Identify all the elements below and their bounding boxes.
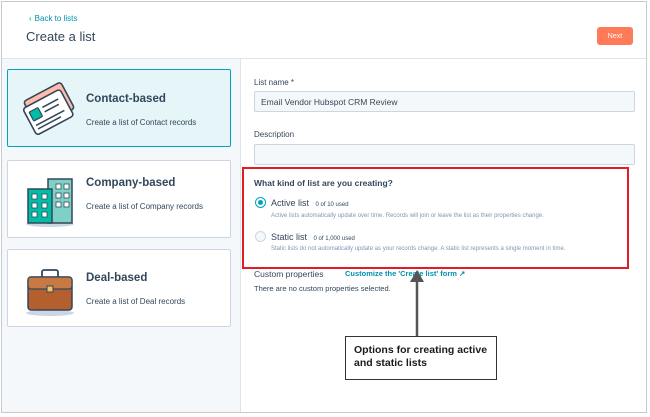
active-list-help: Active lists automatically update over t… [271,213,544,219]
customize-form-link[interactable]: Customize the 'Create list' form ↗ [345,269,465,278]
active-list-label[interactable]: Active list 0 of 10 used [271,198,349,208]
annotation-callout: Options for creating active and static l… [345,336,497,380]
create-list-page: ‹ Back to lists Create a list Next Conta… [1,1,647,413]
card-contact-based[interactable]: Contact-based Create a list of Contact r… [7,69,231,147]
page-title: Create a list [26,29,96,44]
back-to-lists-link[interactable]: ‹ Back to lists [29,14,77,23]
custom-properties-empty: There are no custom properties selected. [254,284,391,293]
annotation-arrow-icon [410,270,424,338]
description-input[interactable] [254,144,635,165]
static-list-radio[interactable] [255,231,266,242]
object-type-panel: Contact-based Create a list of Contact r… [2,59,241,412]
list-name-input[interactable] [254,91,635,112]
next-button[interactable]: Next [597,27,633,45]
external-link-icon: ↗ [459,269,466,278]
contact-cards-icon [22,82,75,136]
building-icon [26,178,74,227]
card-deal-based[interactable]: Deal-based Create a list of Deal records [7,249,231,327]
card-title: Deal-based [86,272,148,284]
card-description: Create a list of Deal records [86,297,186,306]
static-list-label[interactable]: Static list 0 of 1,000 used [271,232,355,242]
list-name-label: List name * [254,78,295,87]
card-title: Company-based [86,177,176,189]
back-link-label: Back to lists [34,14,78,23]
briefcase-icon [26,269,74,316]
active-usage-count: 0 of 10 used [315,202,349,208]
static-usage-count: 0 of 1,000 used [313,236,355,242]
card-description: Create a list of Company records [86,202,203,211]
option-label: Active list [271,198,310,208]
page-header: ‹ Back to lists Create a list Next [2,2,646,59]
static-list-help: Static lists do not automatically update… [271,246,566,252]
custom-properties-heading: Custom properties [254,269,324,279]
card-title: Contact-based [86,93,166,105]
active-list-radio[interactable] [255,197,266,208]
chevron-left-icon: ‹ [29,14,32,23]
card-company-based[interactable]: Company-based Create a list of Company r… [7,160,231,238]
list-type-question: What kind of list are you creating? [254,178,393,188]
card-description: Create a list of Contact records [86,118,197,127]
option-label: Static list [271,232,308,242]
description-label: Description [254,130,295,139]
customize-form-link-label: Customize the 'Create list' form [345,269,457,278]
